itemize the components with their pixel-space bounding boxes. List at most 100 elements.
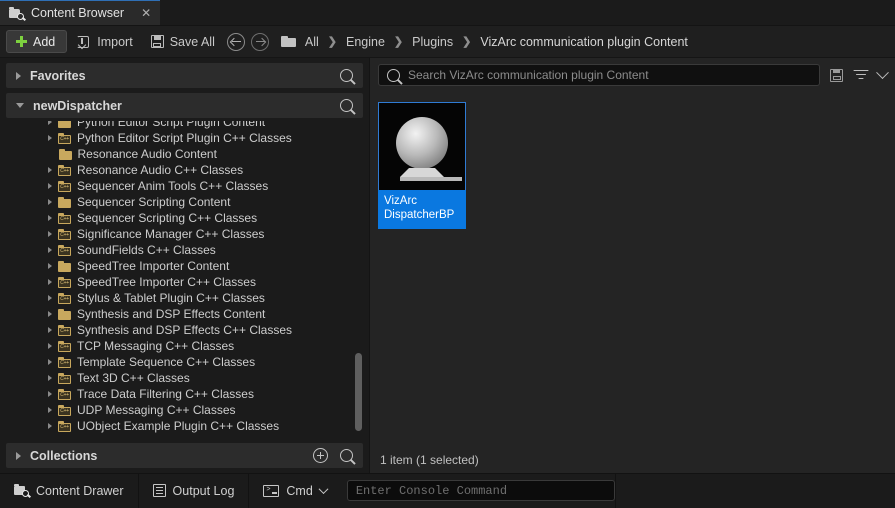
collections-header[interactable]: Collections [6,443,363,468]
tree-row[interactable]: Resonance Audio Content [6,146,363,162]
tree-row-label: Resonance Audio Content [78,147,217,161]
asset-grid[interactable]: VizArc DispatcherBP [370,92,895,447]
chevron-right-icon[interactable] [48,311,52,317]
output-log-button[interactable]: Output Log [139,474,250,508]
tree-row[interactable]: C++UObject Example Plugin C++ Classes [6,418,363,434]
chevron-right-icon[interactable] [16,72,21,80]
chevron-right-icon[interactable] [48,199,52,205]
tree-row-label: Sequencer Scripting Content [77,195,230,209]
save-all-button[interactable]: Save All [143,30,223,54]
tree-row[interactable]: C++Sequencer Scripting C++ Classes [6,210,363,226]
output-log-label: Output Log [173,484,235,498]
status-text: 1 item (1 selected) [380,453,479,467]
tab-strip: Content Browser ✕ [0,0,895,26]
chevron-right-icon[interactable] [48,183,52,189]
chevron-right-icon[interactable] [48,391,52,397]
console-command-input[interactable]: Enter Console Command [347,480,615,501]
content-drawer-button[interactable]: Content Drawer [0,474,139,508]
forward-arrow-icon[interactable] [251,33,269,51]
breadcrumb-item-current[interactable]: VizArc communication plugin Content [473,31,695,53]
tree-row[interactable]: C++Significance Manager C++ Classes [6,226,363,242]
search-input[interactable]: Search VizArc communication plugin Conte… [378,64,820,86]
tree-row[interactable]: C++Synthesis and DSP Effects C++ Classes [6,322,363,338]
content-browser-window: Content Browser ✕ Add Import Save All Al… [0,0,895,508]
chevron-right-icon[interactable] [48,121,52,125]
breadcrumb-item-engine[interactable]: Engine [339,31,392,53]
folder-icon [58,121,71,128]
cmd-selector[interactable]: > Cmd [249,474,340,508]
chevron-right-icon[interactable] [48,375,52,381]
chevron-right-icon[interactable] [48,135,52,141]
tree-row[interactable]: C++UDP Messaging C++ Classes [6,402,363,418]
breadcrumb-item-all[interactable]: All [298,31,326,53]
sphere-shape [396,117,448,169]
tree-row-label: UObject Example Plugin C++ Classes [77,419,279,433]
tree-row-label: SpeedTree Importer Content [77,259,229,273]
tree-row[interactable]: SpeedTree Importer Content [6,258,363,274]
tree-row[interactable]: Synthesis and DSP Effects Content [6,306,363,322]
tree-row[interactable]: C++Python Editor Script Plugin C++ Class… [6,130,363,146]
cmd-prompt-icon: > [263,485,279,497]
chevron-down-icon[interactable] [876,66,889,79]
main-body: Favorites newDispatcher Python Editor Sc… [0,58,895,473]
chevron-down-icon[interactable] [16,103,24,108]
sphere-blueprint-thumbnail [378,102,466,190]
tree-row-label: Resonance Audio C++ Classes [77,163,243,177]
folder-icon [281,36,296,47]
search-icon[interactable] [340,449,353,462]
chevron-right-icon[interactable] [48,359,52,365]
console-placeholder: Enter Console Command [356,484,507,498]
back-arrow-icon[interactable] [227,33,245,51]
content-browser-icon [9,7,24,20]
cpp-folder-icon: C++ [58,293,71,304]
asset-tile[interactable]: VizArc DispatcherBP [378,102,466,229]
chevron-right-icon[interactable] [48,279,52,285]
tree-row[interactable]: C++Trace Data Filtering C++ Classes [6,386,363,402]
tree-row[interactable]: C++Resonance Audio C++ Classes [6,162,363,178]
save-icon[interactable] [830,69,843,82]
source-header[interactable]: newDispatcher [6,93,363,118]
chevron-right-icon[interactable] [48,167,52,173]
plus-icon [16,36,27,47]
cpp-folder-icon: C++ [58,357,71,368]
import-button[interactable]: Import [69,30,140,54]
breadcrumb-item-plugins[interactable]: Plugins [405,31,460,53]
toolbar: Add Import Save All All ❯ Engine ❯ Plugi… [0,26,895,58]
tab-content-browser[interactable]: Content Browser ✕ [0,0,160,25]
tree-row[interactable]: C++SpeedTree Importer C++ Classes [6,274,363,290]
chevron-right-icon[interactable] [16,452,21,460]
tree-row-label: UDP Messaging C++ Classes [77,403,236,417]
favorites-header[interactable]: Favorites [6,63,363,88]
chevron-right-icon[interactable] [48,295,52,301]
search-icon[interactable] [340,99,353,112]
plus-circle-icon[interactable] [313,448,328,463]
tree-row[interactable]: C++Sequencer Anim Tools C++ Classes [6,178,363,194]
chevron-right-icon[interactable] [48,263,52,269]
tree-row[interactable]: C++Text 3D C++ Classes [6,370,363,386]
chevron-right-icon[interactable] [48,423,52,429]
search-icon[interactable] [340,69,353,82]
tree-row[interactable]: C++SoundFields C++ Classes [6,242,363,258]
tree-row[interactable]: C++Template Sequence C++ Classes [6,354,363,370]
cpp-folder-icon: C++ [58,389,71,400]
tree-scrollbar[interactable] [355,121,362,443]
chevron-down-icon[interactable] [318,484,328,494]
tree-row[interactable]: C++TCP Messaging C++ Classes [6,338,363,354]
asset-name-label: VizArc DispatcherBP [378,190,466,229]
chevron-right-icon[interactable] [48,343,52,349]
filter-icon[interactable] [853,70,868,81]
tree-scrollbar-thumb[interactable] [355,353,362,431]
chevron-right-icon[interactable] [48,231,52,237]
close-icon[interactable]: ✕ [141,7,151,19]
chevron-right-icon[interactable] [48,407,52,413]
source-tree[interactable]: Python Editor Script Plugin ContentC++Py… [6,121,363,443]
tree-row[interactable]: C++Stylus & Tablet Plugin C++ Classes [6,290,363,306]
add-button[interactable]: Add [6,30,67,53]
chevron-right-icon[interactable] [48,327,52,333]
chevron-right-icon[interactable] [48,247,52,253]
chevron-right-icon[interactable] [48,215,52,221]
tree-row[interactable]: Sequencer Scripting Content [6,194,363,210]
tree-row[interactable]: Python Editor Script Plugin Content [6,121,363,130]
cpp-folder-icon: C++ [58,373,71,384]
cmd-label: Cmd [286,484,312,498]
